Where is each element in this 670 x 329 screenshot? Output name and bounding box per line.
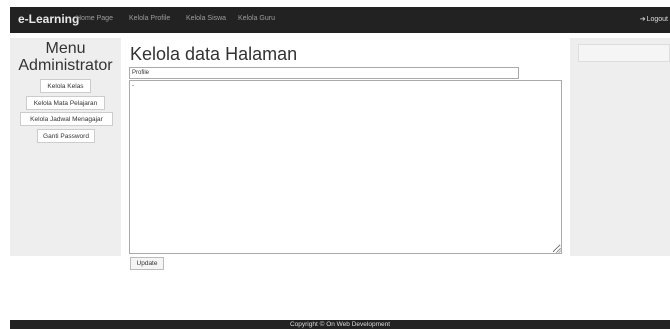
- footer-copyright: Copyright © On Web Development: [289, 321, 391, 328]
- right-sidebar: [570, 38, 670, 256]
- page-content-editor[interactable]: -: [129, 80, 562, 254]
- footer: Copyright © On Web Development: [10, 320, 670, 329]
- sidebar-item-ganti-password[interactable]: Ganti Password: [37, 129, 95, 143]
- update-button[interactable]: Update: [130, 257, 164, 270]
- right-sidebar-box: [578, 44, 670, 62]
- sidebar-title-line2: Administrator: [18, 57, 113, 74]
- nav-kelola-profile[interactable]: Kelola Profile: [129, 15, 170, 22]
- sidebar-title-line1: Menu: [45, 40, 86, 57]
- sidebar-item-kelola-jadwal[interactable]: Kelola Jadwal Menagajar: [20, 112, 113, 126]
- sidebar-title: Menu Administrator: [10, 40, 121, 74]
- sidebar-item-kelola-kelas[interactable]: Kelola Kelas: [40, 79, 91, 93]
- resize-grip-icon[interactable]: [555, 247, 561, 253]
- sidebar-item-kelola-mata-pelajaran[interactable]: Kelola Mata Pelajaran: [26, 96, 105, 110]
- admin-sidebar: Menu Administrator Kelola Kelas Kelola M…: [10, 38, 121, 256]
- nav-kelola-siswa[interactable]: Kelola Siswa: [186, 15, 226, 22]
- page-title-field[interactable]: [129, 67, 519, 79]
- nav-kelola-guru[interactable]: Kelola Guru: [238, 15, 275, 22]
- logout-icon: ➔: [639, 16, 646, 23]
- brand-link[interactable]: e-Learning: [18, 12, 79, 26]
- logout-link[interactable]: ➔Logout: [640, 15, 668, 23]
- nav-home-page[interactable]: Home Page: [76, 15, 113, 22]
- page-title: Kelola data Halaman: [130, 44, 298, 64]
- top-navbar: e-Learning Home Page Kelola Profile Kelo…: [10, 7, 670, 33]
- logout-label: Logout: [646, 16, 668, 23]
